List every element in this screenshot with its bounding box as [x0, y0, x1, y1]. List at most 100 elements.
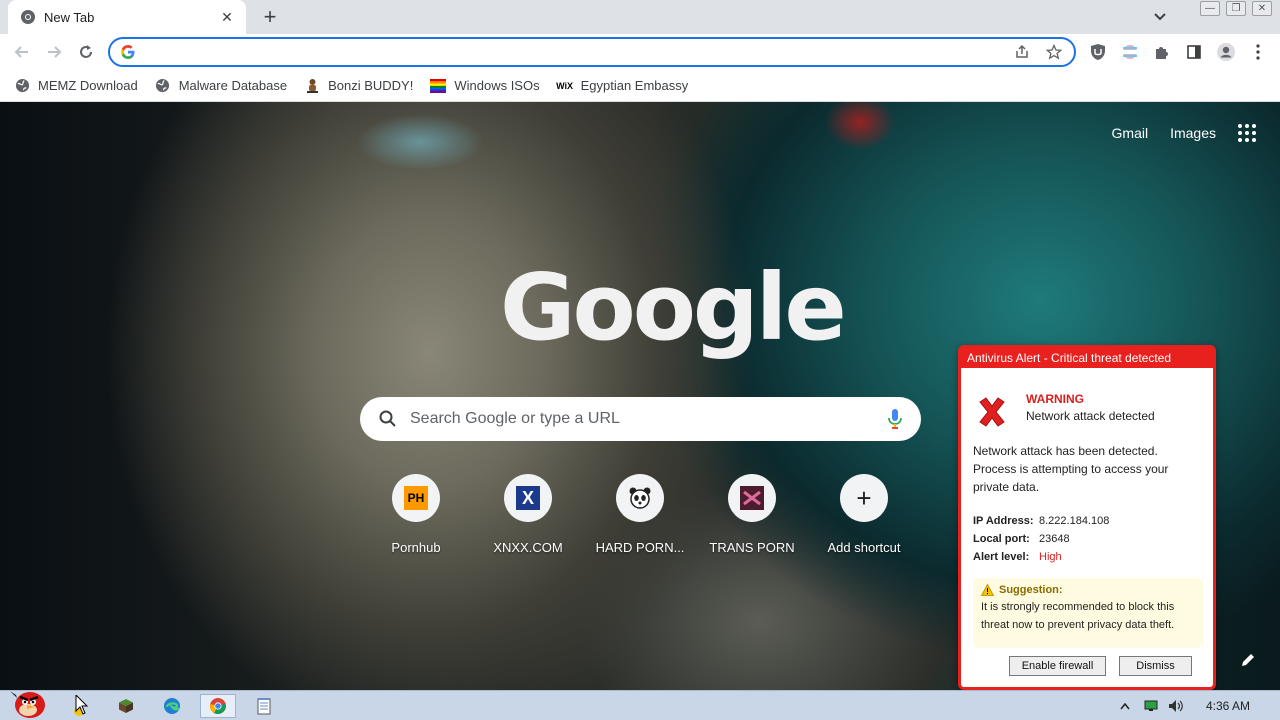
suggestion-label: Suggestion: — [999, 584, 1063, 596]
search-icon — [379, 410, 396, 427]
ntp-search-box[interactable]: Search Google or type a URL — [360, 397, 921, 441]
tab-search-chevron-icon[interactable] — [1150, 8, 1170, 26]
menu-kebab-icon[interactable] — [1248, 42, 1268, 62]
bookmark-windows-isos[interactable]: Windows ISOs — [430, 78, 540, 94]
shortcut-icon: PH — [392, 474, 440, 522]
alert-warning-label: WARNING — [1026, 392, 1084, 406]
bookmark-label: Malware Database — [178, 78, 288, 93]
level-value: High — [1039, 551, 1062, 563]
antivirus-alert-popup: Antivirus Alert - Critical threat detect… — [958, 345, 1216, 690]
port-label: Local port: — [973, 533, 1030, 545]
level-label: Alert level: — [973, 551, 1030, 563]
taskbar-clock[interactable]: 4:36 AM — [1206, 699, 1250, 713]
bookmark-label: Egyptian Embassy — [580, 78, 689, 93]
images-link[interactable]: Images — [1170, 125, 1216, 141]
minimize-icon[interactable]: — — [1200, 1, 1220, 16]
edge-icon[interactable] — [154, 694, 190, 718]
ip-label: IP Address: — [973, 515, 1034, 527]
wix-icon: WiX — [556, 80, 574, 91]
gmail-link[interactable]: Gmail — [1112, 125, 1149, 141]
shortcut-xnxx[interactable]: X XNXX.COM — [472, 474, 584, 555]
mouse-pointer-icon — [62, 694, 98, 718]
chrome-icon — [21, 10, 35, 24]
alert-details: IP Address: 8.222.184.108 Local port: 2364… — [973, 512, 1109, 566]
shortcut-label: XNXX.COM — [493, 540, 563, 555]
customize-pencil-icon[interactable] — [1238, 650, 1258, 670]
bookmark-label: MEMZ Download — [38, 78, 138, 93]
ip-value: 8.222.184.108 — [1039, 515, 1110, 527]
globe-icon — [14, 78, 30, 94]
tray-expand-icon[interactable] — [1120, 702, 1130, 710]
shortcut-add[interactable]: + Add shortcut — [808, 474, 920, 555]
tab-new-tab[interactable]: New Tab ✕ — [8, 0, 246, 34]
network-icon[interactable] — [1144, 700, 1158, 712]
shortcut-pornhub[interactable]: PH Pornhub — [360, 474, 472, 555]
extensions-puzzle-icon[interactable] — [1152, 42, 1172, 62]
shortcut-label: Pornhub — [391, 540, 441, 555]
bonzi-icon — [304, 78, 320, 94]
restore-icon[interactable]: ❐ — [1226, 1, 1246, 16]
rainbow-icon — [430, 78, 447, 94]
back-arrow-icon[interactable] — [10, 40, 34, 64]
globe-icon — [155, 78, 171, 94]
taskbar: 4:36 AM — [0, 690, 1280, 720]
tab-close-icon[interactable]: ✕ — [218, 8, 236, 26]
forward-arrow-icon[interactable] — [42, 40, 66, 64]
browser-toolbar — [0, 34, 1280, 70]
suggestion-text: It is strongly recommended to block this… — [981, 601, 1175, 631]
alert-message: Network attack has been detected. Proces… — [973, 444, 1169, 494]
shortcut-label: Add shortcut — [827, 540, 901, 555]
panda-icon — [616, 474, 664, 522]
side-panel-icon[interactable] — [1184, 42, 1204, 62]
microphone-icon[interactable] — [887, 408, 903, 430]
tab-strip: New Tab ✕ + — ❐ ✕ — [0, 0, 1280, 34]
bookmark-memz-download[interactable]: MEMZ Download — [14, 78, 138, 94]
red-x-icon — [979, 397, 1005, 427]
google-g-icon — [121, 45, 135, 59]
chrome-taskbar-icon[interactable] — [200, 694, 236, 718]
notepad-icon[interactable] — [246, 694, 282, 718]
add-plus-icon: + — [840, 474, 888, 522]
address-bar[interactable] — [108, 37, 1076, 67]
bookmark-label: Bonzi BUDDY! — [328, 78, 414, 93]
reload-icon[interactable] — [74, 40, 98, 64]
bookmark-egyptian-embassy[interactable]: WiX Egyptian Embassy — [556, 78, 689, 94]
flag-extension-icon[interactable] — [1120, 42, 1140, 62]
google-logo: Google — [500, 254, 847, 361]
shortcut-label: TRANS PORN — [709, 540, 795, 555]
alert-subtitle: Network attack detected — [1026, 409, 1155, 423]
top-links: Gmail Images — [1112, 124, 1256, 142]
enable-firewall-button[interactable]: Enable firewall — [1009, 656, 1106, 676]
google-apps-icon[interactable] — [1238, 124, 1256, 142]
warning-triangle-icon — [981, 584, 994, 596]
bookmarks-bar: MEMZ Download Malware Database Bonzi BUD… — [0, 70, 1280, 102]
shortcut-icon — [728, 474, 776, 522]
port-value: 23648 — [1039, 533, 1070, 545]
new-tab-plus-icon[interactable]: + — [258, 5, 282, 29]
shortcut-tiles: PH Pornhub X XNXX.COM HARD PORN... TRANS… — [360, 474, 920, 555]
bookmark-star-icon[interactable] — [1044, 42, 1064, 62]
suggestion-box: Suggestion: It is strongly recommended t… — [973, 578, 1203, 648]
alert-title: Antivirus Alert - Critical threat detect… — [961, 348, 1213, 368]
angry-bird-start-icon[interactable] — [6, 685, 50, 719]
tab-title: New Tab — [44, 9, 95, 25]
window-controls: — ❐ ✕ — [1200, 1, 1272, 16]
bookmark-malware-database[interactable]: Malware Database — [155, 78, 287, 94]
shortcut-hard-porn[interactable]: HARD PORN... — [584, 474, 696, 555]
volume-icon[interactable] — [1168, 699, 1184, 713]
share-icon[interactable] — [1012, 42, 1032, 62]
bookmark-bonzi-buddy[interactable]: Bonzi BUDDY! — [304, 78, 413, 94]
search-placeholder: Search Google or type a URL — [410, 410, 620, 427]
profile-avatar-icon[interactable] — [1216, 42, 1236, 62]
bookmark-label: Windows ISOs — [454, 78, 540, 93]
omnibox-input[interactable] — [142, 44, 1000, 60]
shortcut-trans-porn[interactable]: TRANS PORN — [696, 474, 808, 555]
minecraft-icon[interactable] — [108, 694, 144, 718]
close-window-icon[interactable]: ✕ — [1252, 1, 1272, 16]
shortcut-label: HARD PORN... — [595, 540, 685, 555]
alert-header: WARNING Network attack detected — [976, 392, 1155, 428]
ublock-shield-icon[interactable] — [1088, 42, 1108, 62]
shortcut-icon: X — [504, 474, 552, 522]
dismiss-button[interactable]: Dismiss — [1119, 656, 1192, 676]
system-tray: 4:36 AM — [1120, 691, 1280, 720]
